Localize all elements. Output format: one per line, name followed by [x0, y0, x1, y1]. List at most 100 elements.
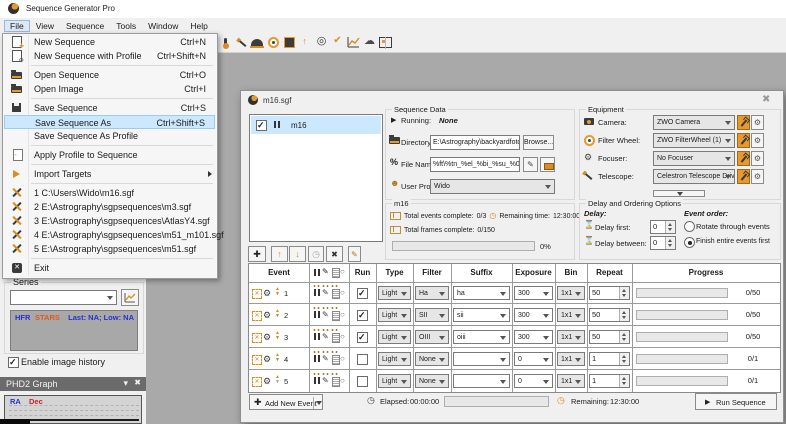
equipment-collapse-button[interactable]: [653, 190, 705, 197]
graph-icon[interactable]: [347, 36, 360, 49]
script-icon[interactable]: [332, 377, 340, 387]
delete-target-button[interactable]: [326, 246, 343, 262]
run-sequence-button[interactable]: Run Sequence: [695, 393, 777, 410]
event-reorder-icon[interactable]: [275, 309, 280, 319]
pen-icon[interactable]: [322, 289, 329, 297]
delay-first-stepper[interactable]: 0: [650, 220, 676, 234]
run-checkbox[interactable]: [357, 376, 368, 387]
suffix-input[interactable]: ha: [453, 286, 510, 300]
filter-select[interactable]: SII: [415, 308, 449, 322]
phd2-menu-icon[interactable]: [123, 379, 128, 388]
focuser-connect-button[interactable]: [751, 151, 764, 166]
pause-icon[interactable]: [314, 333, 320, 340]
event-reorder-icon[interactable]: [275, 375, 280, 385]
note-icon[interactable]: [340, 355, 345, 363]
target-list[interactable]: m16: [249, 114, 383, 242]
event-settings-icon[interactable]: [263, 377, 271, 386]
type-select[interactable]: Light: [378, 374, 411, 388]
suffix-input[interactable]: sii: [453, 308, 510, 322]
bin-select[interactable]: 1x1: [557, 286, 585, 300]
pause-icon[interactable]: [314, 377, 320, 384]
note-icon[interactable]: [340, 289, 345, 297]
temperature-icon[interactable]: [219, 36, 232, 49]
weather-icon[interactable]: [363, 36, 376, 49]
focuser-settings-button[interactable]: [737, 151, 750, 166]
bin-select[interactable]: 1x1: [557, 374, 585, 388]
event-reorder-icon[interactable]: [275, 353, 280, 363]
move-target-down-button[interactable]: [289, 246, 306, 262]
camera-select[interactable]: ZWO Camera: [653, 115, 735, 130]
menu-item-exit[interactable]: ✕ Exit: [4, 261, 215, 275]
note-icon[interactable]: [340, 333, 345, 341]
event-settings-icon[interactable]: [263, 355, 271, 364]
exposure-input[interactable]: 300: [514, 330, 553, 344]
rotate-events-radio[interactable]: [684, 221, 695, 232]
focuser-select[interactable]: No Focuser: [653, 151, 735, 166]
checklist-icon[interactable]: [331, 36, 344, 49]
user-profile-select[interactable]: Wido: [430, 179, 555, 194]
exposure-input[interactable]: 300: [514, 308, 553, 322]
type-select[interactable]: Light: [378, 330, 411, 344]
move-target-up-button[interactable]: [271, 246, 288, 262]
menu-item-recent-5[interactable]: 5 E:\Astrography\sgpsequences\m51.sgf: [4, 242, 215, 256]
event-settings-icon[interactable]: [263, 311, 271, 320]
exposure-input[interactable]: 0: [514, 374, 553, 388]
suffix-input[interactable]: oiii: [453, 330, 510, 344]
menu-view[interactable]: View: [30, 20, 60, 32]
menu-item-save-sequence-as-profile[interactable]: Save Sequence As Profile: [4, 129, 215, 143]
add-event-dropdown-icon[interactable]: [316, 401, 322, 405]
repeat-stepper[interactable]: 50: [589, 330, 630, 344]
dialog-close-icon[interactable]: [762, 95, 770, 105]
series-chart-button[interactable]: [121, 289, 139, 306]
phd2-panel-header[interactable]: PHD2 Graph: [0, 377, 146, 391]
phd2-close-icon[interactable]: [134, 379, 141, 387]
filter-select[interactable]: None: [415, 352, 449, 366]
target-schedule-button[interactable]: [308, 246, 324, 262]
menu-sequence[interactable]: Sequence: [60, 20, 110, 32]
event-settings-icon[interactable]: [263, 289, 271, 298]
target-checkbox[interactable]: [256, 120, 267, 131]
menu-item-import-targets[interactable]: Import Targets: [4, 167, 215, 181]
menu-tools[interactable]: Tools: [110, 20, 142, 32]
bin-select[interactable]: 1x1: [557, 352, 585, 366]
menu-item-recent-2[interactable]: 2 E:\Astrography\sgpsequences\m3.sgf: [4, 200, 215, 214]
menu-item-new-sequence[interactable]: New SequenceCtrl+N: [4, 35, 215, 50]
exposure-input[interactable]: 300: [514, 286, 553, 300]
repeat-stepper[interactable]: 50: [589, 286, 630, 300]
telescope-settings-button[interactable]: [737, 169, 750, 184]
file-name-input[interactable]: %ft\%tn_%el_%bi_%su_%04: [430, 157, 520, 172]
pause-icon[interactable]: [314, 289, 320, 296]
menu-item-apply-profile[interactable]: Apply Profile to Sequence: [4, 148, 215, 162]
event-reorder-icon[interactable]: [275, 287, 280, 297]
target-list-item[interactable]: m16: [251, 116, 381, 134]
telescope-select[interactable]: Celestron Telescope Driver: [653, 169, 735, 184]
event-reorder-icon[interactable]: [275, 331, 280, 341]
menu-item-recent-1[interactable]: 1 C:\Users\Wido\m16.sgf: [4, 186, 215, 200]
filter-select[interactable]: None: [415, 374, 449, 388]
camera-sensor-icon[interactable]: [283, 36, 296, 49]
menu-help[interactable]: Help: [184, 20, 213, 32]
type-select[interactable]: Light: [378, 286, 411, 300]
bin-select[interactable]: 1x1: [557, 308, 585, 322]
pen-icon[interactable]: [322, 333, 329, 341]
focuser-icon[interactable]: [299, 36, 310, 47]
add-new-event-button[interactable]: Add New Event: [249, 394, 323, 410]
filter-wheel-icon[interactable]: [267, 36, 280, 49]
filter-wheel-select[interactable]: ZWO FilterWheel (1): [653, 133, 735, 148]
filter-select[interactable]: OIII: [415, 330, 449, 344]
file-name-preview-button[interactable]: [540, 157, 555, 172]
camera-connect-button[interactable]: [751, 115, 764, 130]
polar-scope-icon[interactable]: [235, 36, 248, 49]
telescope-connect-button[interactable]: [751, 169, 764, 184]
filter-wheel-connect-button[interactable]: [751, 133, 764, 148]
browse-button[interactable]: Browse...: [523, 135, 554, 150]
menu-item-open-image[interactable]: Open Image Ctrl+I: [4, 82, 215, 96]
run-checkbox[interactable]: [357, 288, 368, 299]
script-icon[interactable]: [332, 333, 340, 343]
pen-icon[interactable]: [322, 377, 329, 385]
pause-icon[interactable]: [314, 311, 320, 318]
dome-icon[interactable]: [250, 36, 264, 49]
script-icon[interactable]: [332, 311, 340, 321]
repeat-stepper[interactable]: 1: [589, 352, 630, 366]
menu-item-save-sequence-as[interactable]: Save Sequence As Ctrl+Shift+S: [4, 115, 215, 129]
